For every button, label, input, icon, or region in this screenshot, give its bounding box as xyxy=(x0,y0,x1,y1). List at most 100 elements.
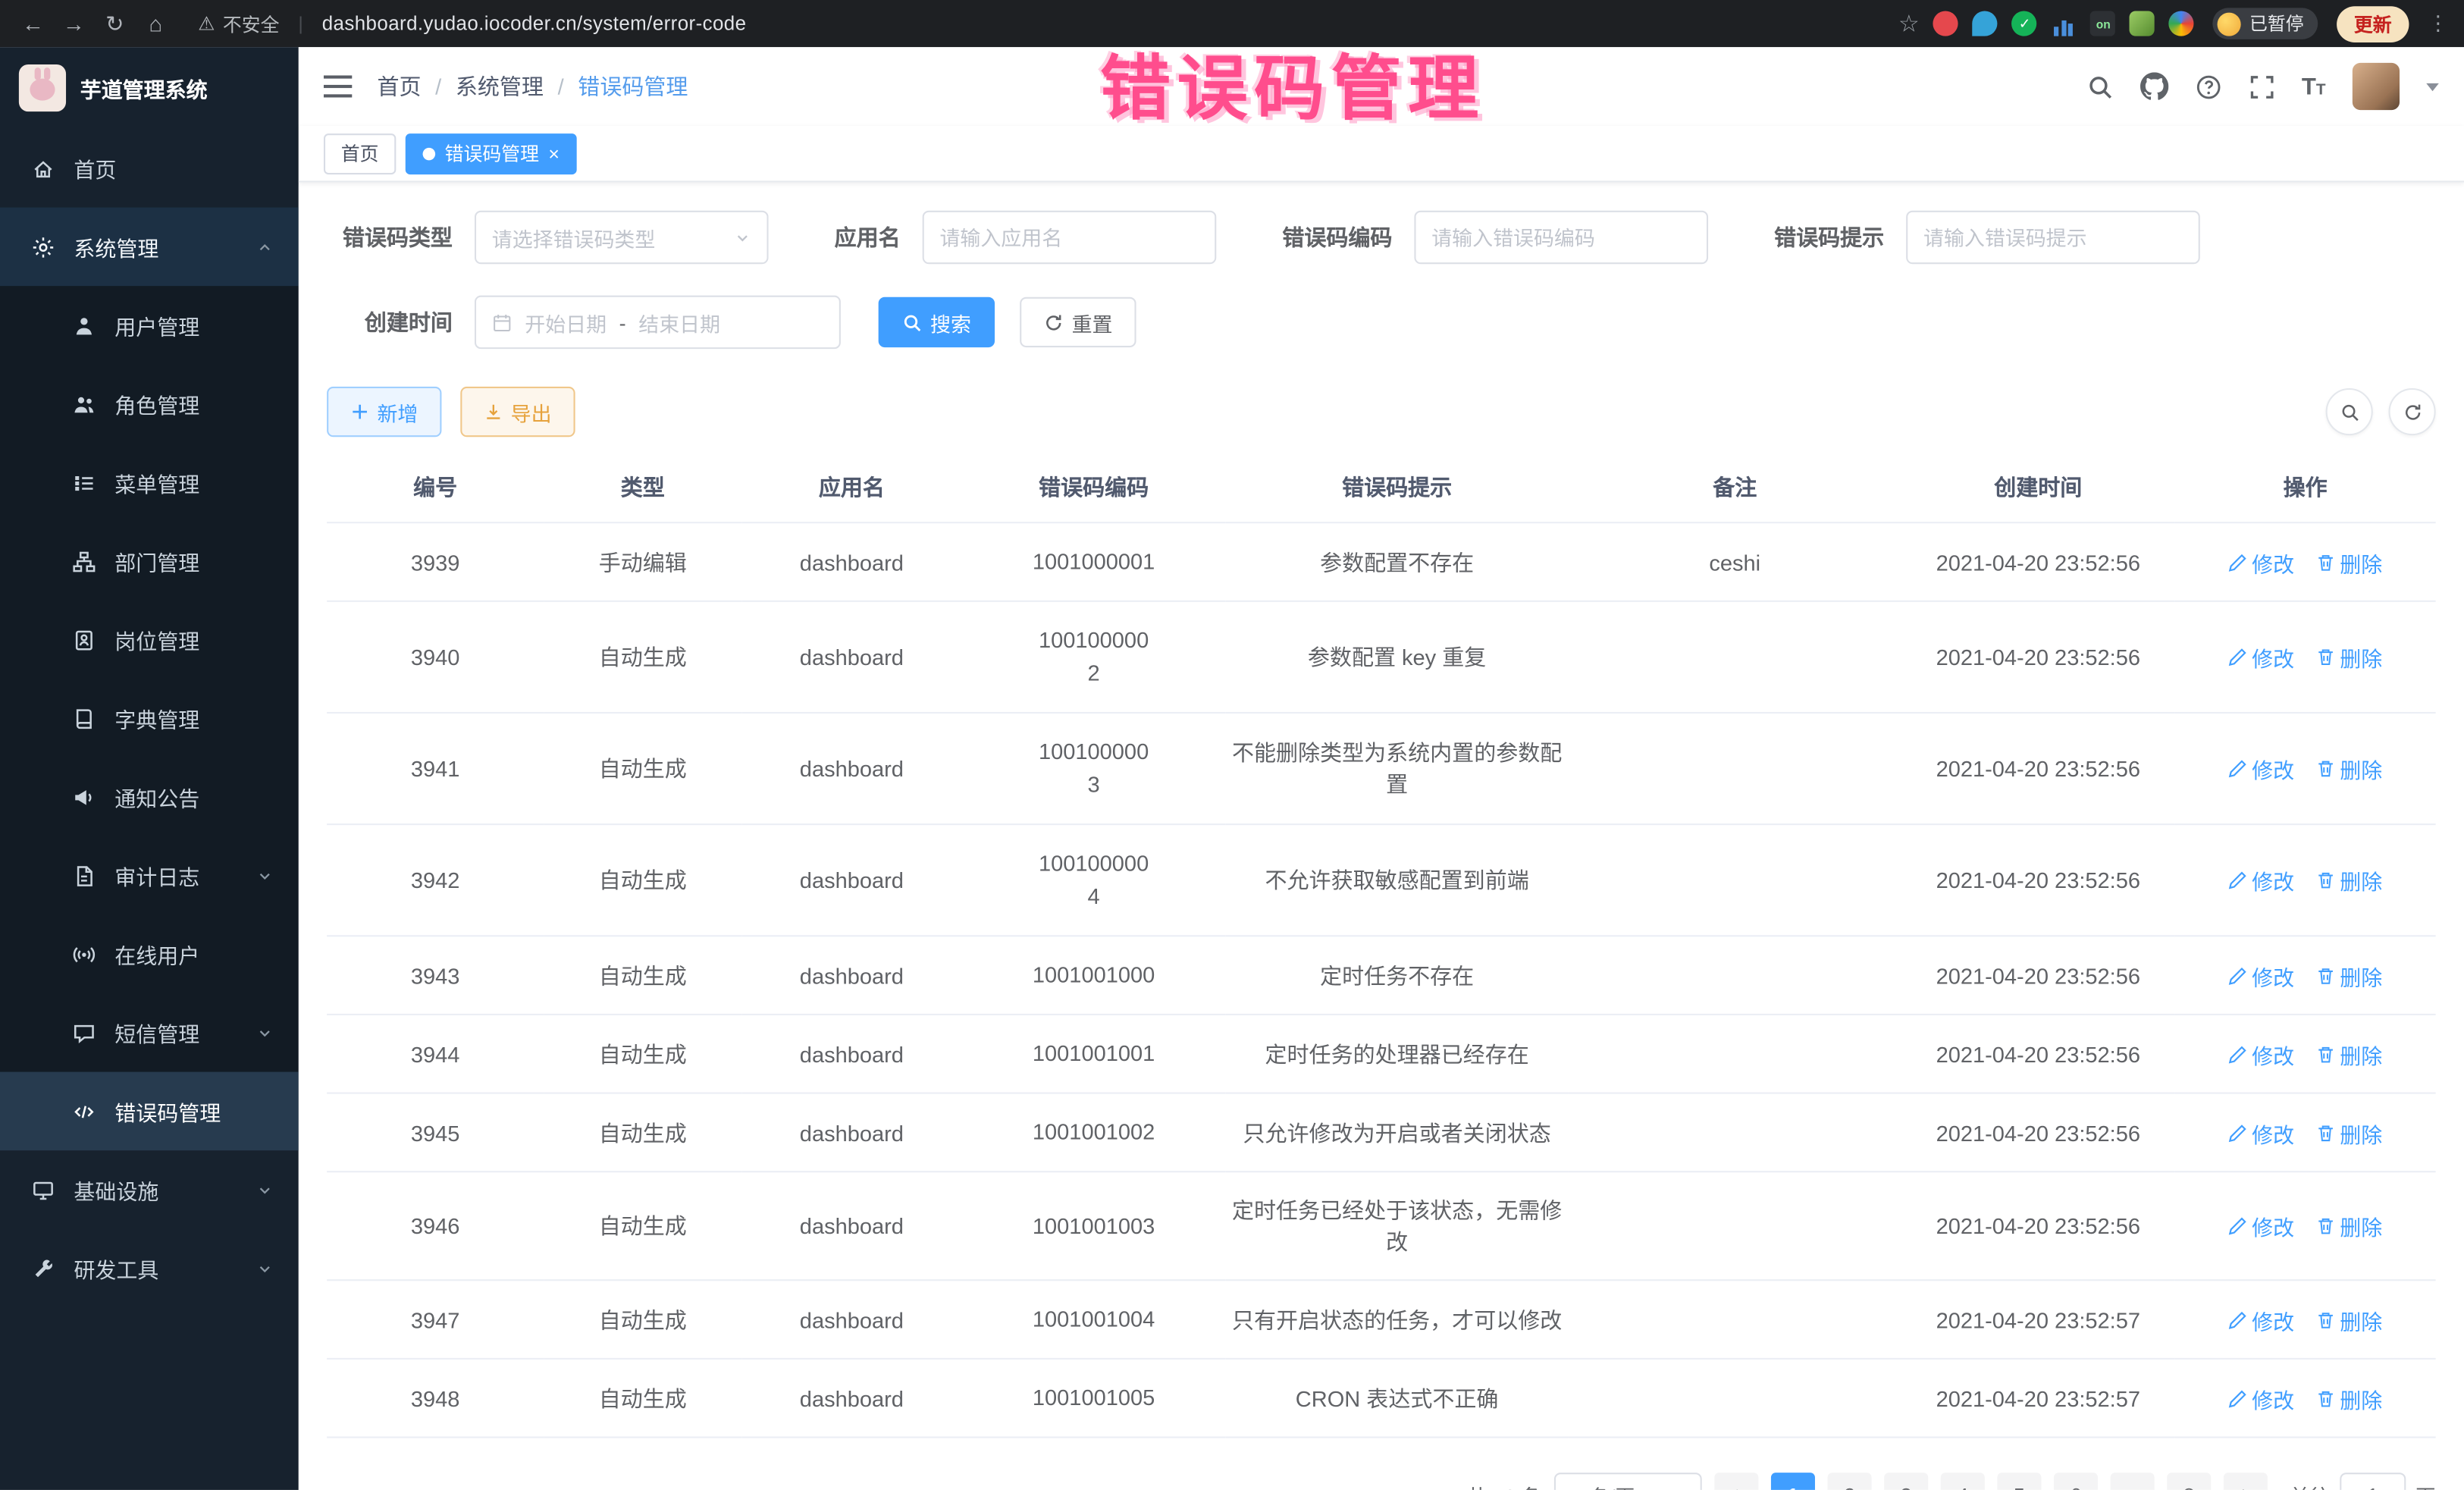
error-code-input[interactable] xyxy=(1431,225,1691,249)
error-hint-input[interactable] xyxy=(1923,225,2183,249)
edit-link[interactable]: 修改 xyxy=(2228,1210,2294,1241)
forward-icon[interactable]: → xyxy=(57,6,92,41)
reset-button[interactable]: 重置 xyxy=(1020,297,1136,347)
sidebar-item-sms[interactable]: 短信管理 xyxy=(0,993,299,1072)
delete-link[interactable]: 删除 xyxy=(2316,1117,2382,1148)
add-button[interactable]: 新增 xyxy=(327,387,441,437)
page-button-1[interactable]: 1 xyxy=(1771,1473,1815,1490)
breadcrumb-home[interactable]: 首页 xyxy=(377,71,421,102)
extension-red-circle-icon[interactable] xyxy=(1933,11,1958,36)
breadcrumb-system[interactable]: 系统管理 xyxy=(456,71,544,102)
sidebar-item-role[interactable]: 角色管理 xyxy=(0,365,299,444)
page-button-4[interactable]: 4 xyxy=(1941,1473,1985,1490)
back-icon[interactable]: ← xyxy=(16,6,51,41)
chevron-right-icon xyxy=(2237,1486,2254,1490)
chevron-down-icon xyxy=(1670,1486,1688,1490)
home-nav-icon[interactable]: ⌂ xyxy=(138,6,173,41)
extension-blue-bars-icon[interactable] xyxy=(2052,11,2077,36)
extension-pinwheel-icon[interactable] xyxy=(2169,11,2194,36)
sidebar-item-errcode[interactable]: 错误码管理 xyxy=(0,1072,299,1151)
delete-link[interactable]: 删除 xyxy=(2316,959,2382,990)
bookmark-star-icon[interactable]: ☆ xyxy=(1898,9,1920,37)
delete-link[interactable]: 删除 xyxy=(2316,546,2382,577)
sidebar-item-user[interactable]: 用户管理 xyxy=(0,286,299,365)
edit-link[interactable]: 修改 xyxy=(2228,641,2294,673)
font-size-icon[interactable]: TT xyxy=(2302,73,2326,99)
sidebar-item-audit[interactable]: 审计日志 xyxy=(0,836,299,915)
sidebar-item-home[interactable]: 首页 xyxy=(0,129,299,208)
delete-link[interactable]: 删除 xyxy=(2316,864,2382,896)
sidebar-item-post[interactable]: 岗位管理 xyxy=(0,601,299,679)
search-icon[interactable] xyxy=(2086,73,2113,99)
sidebar-item-menu[interactable]: 菜单管理 xyxy=(0,444,299,522)
browser-menu-icon[interactable]: ⋮ xyxy=(2428,11,2448,36)
page-button-5[interactable]: 5 xyxy=(1997,1473,2041,1490)
edit-link[interactable]: 修改 xyxy=(2228,753,2294,784)
sidebar-toggle-icon[interactable] xyxy=(324,75,352,97)
edit-link[interactable]: 修改 xyxy=(2228,1303,2294,1335)
delete-link[interactable]: 删除 xyxy=(2316,1382,2382,1413)
extension-green-leaf-icon[interactable] xyxy=(2130,11,2155,36)
edit-link[interactable]: 修改 xyxy=(2228,1038,2294,1069)
page-button-2[interactable]: 2 xyxy=(1827,1473,1871,1490)
edit-link[interactable]: 修改 xyxy=(2228,1117,2294,1148)
goto-page-input[interactable] xyxy=(2340,1473,2406,1490)
refresh-table-button[interactable] xyxy=(2389,388,2436,435)
edit-link[interactable]: 修改 xyxy=(2228,546,2294,577)
top-header: 首页 / 系统管理 / 错误码管理 TT xyxy=(299,47,2464,126)
show-search-toggle-button[interactable] xyxy=(2326,388,2373,435)
plus-icon xyxy=(350,403,369,422)
sidebar-item-system[interactable]: 系统管理 xyxy=(0,208,299,287)
table-row: 3939手动编辑dashboard1001000001参数配置不存在ceshi2… xyxy=(327,522,2436,601)
edit-link[interactable]: 修改 xyxy=(2228,864,2294,896)
tab-home[interactable]: 首页 xyxy=(324,133,396,174)
sidebar-item-dept[interactable]: 部门管理 xyxy=(0,522,299,601)
user-avatar[interactable] xyxy=(2353,63,2400,110)
app-logo-row[interactable]: 芋道管理系统 xyxy=(0,47,299,129)
security-indicator[interactable]: ⚠ 不安全 xyxy=(198,10,279,36)
tab-errcode[interactable]: 错误码管理 × xyxy=(406,133,577,174)
profile-paused-chip[interactable]: 已暂停 xyxy=(2213,8,2318,39)
column-header-id: 编号 xyxy=(327,453,544,522)
github-icon[interactable] xyxy=(2140,72,2168,100)
search-button[interactable]: 搜索 xyxy=(879,297,995,347)
sidebar-item-tools[interactable]: 研发工具 xyxy=(0,1229,299,1308)
book-icon xyxy=(72,707,96,730)
edit-pencil-icon xyxy=(2228,1216,2247,1235)
export-button[interactable]: 导出 xyxy=(460,387,575,437)
delete-link[interactable]: 删除 xyxy=(2316,641,2382,673)
org-tree-icon xyxy=(72,549,96,572)
fullscreen-icon[interactable] xyxy=(2248,73,2274,99)
sidebar-item-infra[interactable]: 基础设施 xyxy=(0,1150,299,1229)
page-size-select[interactable]: 10条/页 xyxy=(1554,1473,1702,1490)
more-pages-button[interactable]: ··· xyxy=(2111,1473,2155,1490)
extension-blue-drop-icon[interactable] xyxy=(1973,11,1998,36)
page-button-8[interactable]: 8 xyxy=(2167,1473,2211,1490)
extension-on-badge-icon[interactable]: on xyxy=(2091,11,2116,36)
create-time-range-picker[interactable]: 开始日期 - 结束日期 xyxy=(475,296,841,349)
chevron-up-icon xyxy=(256,238,274,256)
delete-link[interactable]: 删除 xyxy=(2316,1038,2382,1069)
delete-link[interactable]: 删除 xyxy=(2316,753,2382,784)
prev-page-button[interactable] xyxy=(1714,1473,1758,1490)
sidebar-item-dict[interactable]: 字典管理 xyxy=(0,679,299,758)
page-button-3[interactable]: 3 xyxy=(1884,1473,1928,1490)
sidebar-item-notice[interactable]: 通知公告 xyxy=(0,758,299,836)
extension-green-check-icon[interactable]: ✓ xyxy=(2012,11,2037,36)
user-menu-caret-icon[interactable] xyxy=(2426,83,2439,90)
app-name-input[interactable] xyxy=(939,225,1199,249)
error-type-select[interactable]: 请选择错误码类型 xyxy=(475,211,769,264)
delete-link[interactable]: 删除 xyxy=(2316,1210,2382,1241)
delete-link[interactable]: 删除 xyxy=(2316,1303,2382,1335)
edit-link[interactable]: 修改 xyxy=(2228,959,2294,990)
browser-update-button[interactable]: 更新 xyxy=(2337,5,2409,42)
edit-link[interactable]: 修改 xyxy=(2228,1382,2294,1413)
page-button-6[interactable]: 6 xyxy=(2054,1473,2098,1490)
address-bar[interactable]: dashboard.yudao.iocoder.cn/system/error-… xyxy=(322,13,747,35)
reload-icon[interactable]: ↻ xyxy=(98,6,133,41)
help-icon[interactable] xyxy=(2195,73,2221,99)
close-tab-icon[interactable]: × xyxy=(548,144,560,163)
document-icon xyxy=(72,864,96,887)
next-page-button[interactable] xyxy=(2224,1473,2268,1490)
sidebar-item-online[interactable]: 在线用户 xyxy=(0,914,299,993)
